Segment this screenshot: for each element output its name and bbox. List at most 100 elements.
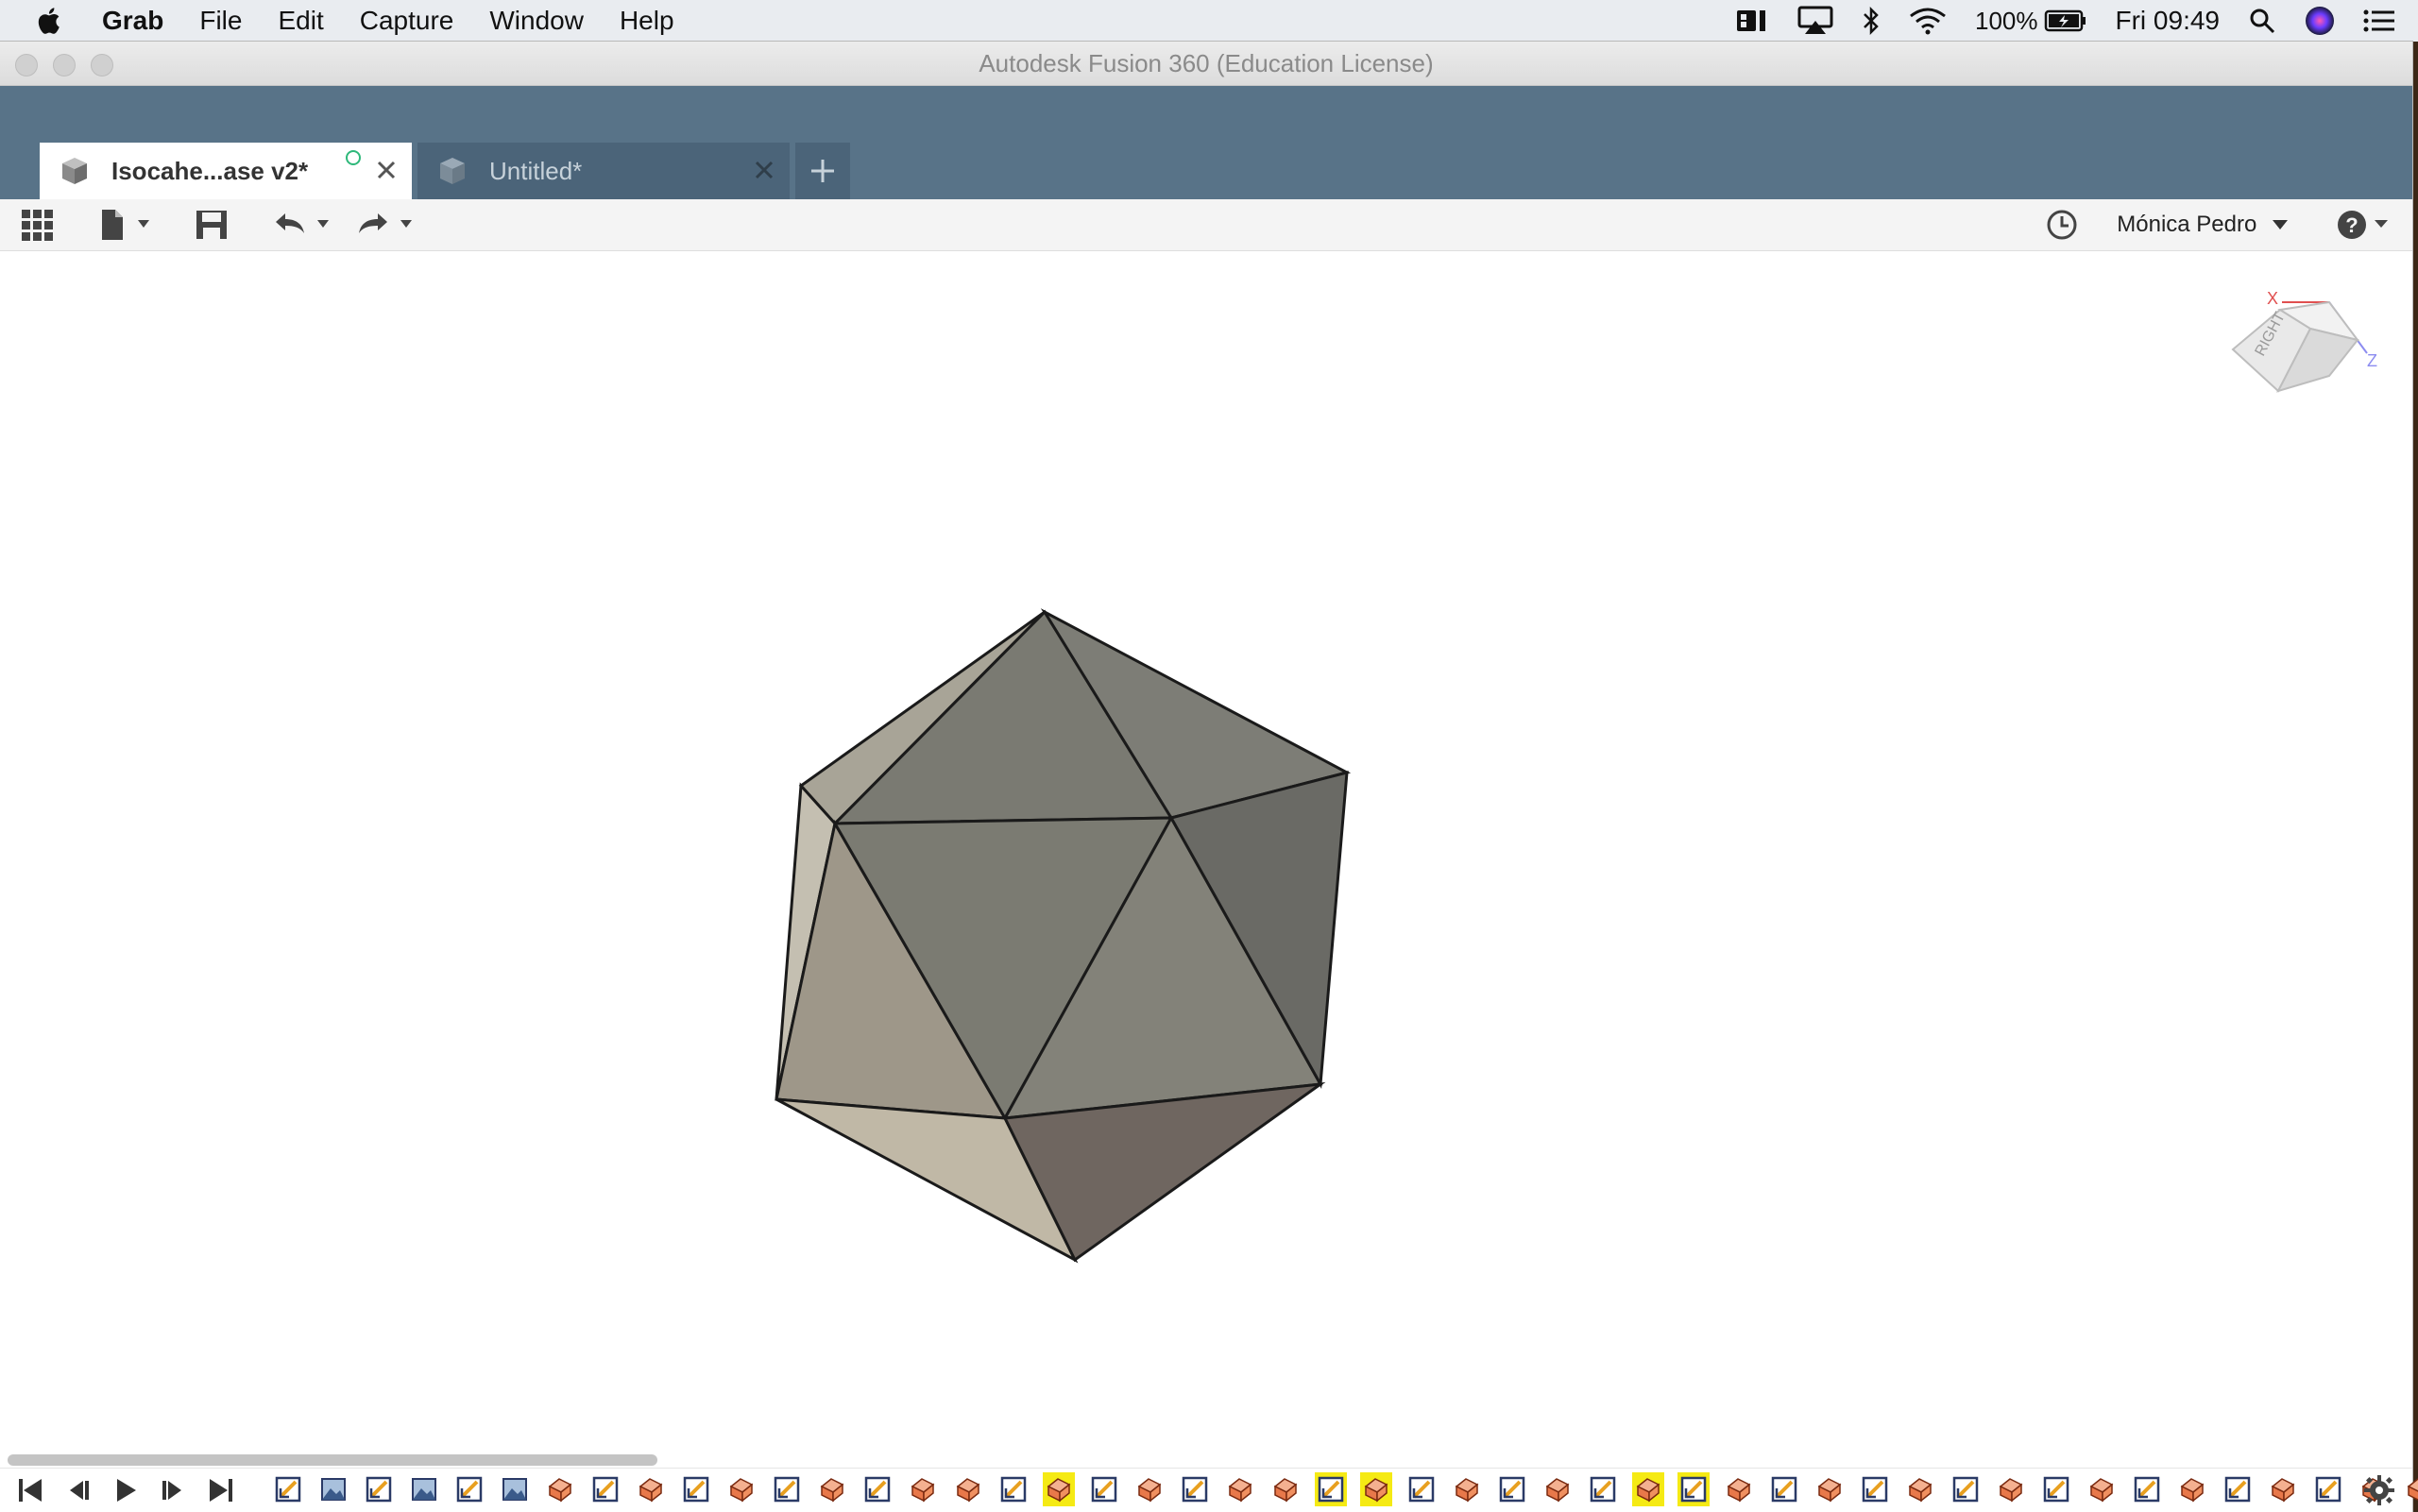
go-to-end-icon[interactable] xyxy=(204,1474,236,1506)
timeline-feature-sketch[interactable] xyxy=(1677,1472,1710,1506)
timeline-feature-sketch[interactable] xyxy=(1179,1472,1211,1506)
menubar-clock[interactable]: Fri 09:49 xyxy=(2116,6,2221,36)
timeline-feature-plane[interactable] xyxy=(317,1472,349,1506)
timeline-scrollbar[interactable] xyxy=(8,1454,657,1466)
timeline-feature-sketch[interactable] xyxy=(453,1472,485,1506)
menu-edit[interactable]: Edit xyxy=(278,6,323,36)
gear-icon[interactable] xyxy=(2363,1474,2395,1506)
user-account-menu[interactable]: Mónica Pedro xyxy=(2117,199,2290,250)
plane-icon xyxy=(412,1478,436,1501)
view-cube[interactable]: RIGHT X Z xyxy=(2225,287,2386,429)
menu-file[interactable]: File xyxy=(199,6,242,36)
timeline-feature-sketch[interactable] xyxy=(997,1472,1030,1506)
timeline-feature-extrude[interactable] xyxy=(1541,1472,1574,1506)
timeline-feature-extrude[interactable] xyxy=(1451,1472,1483,1506)
menu-help[interactable]: Help xyxy=(620,6,674,36)
window-title: Autodesk Fusion 360 (Education License) xyxy=(979,49,1434,77)
timeline-feature-sketch[interactable] xyxy=(2312,1472,2344,1506)
timeline-feature-sketch[interactable] xyxy=(861,1472,894,1506)
timeline-feature-sketch[interactable] xyxy=(1768,1472,1800,1506)
tab-isocahedron[interactable]: Isocahe...ase v2* xyxy=(40,143,412,199)
step-forward-icon[interactable] xyxy=(157,1474,189,1506)
timeline-feature-extrude[interactable] xyxy=(1360,1472,1392,1506)
close-icon[interactable] xyxy=(752,158,776,182)
extrude-icon xyxy=(548,1478,572,1503)
timeline-feature-plane[interactable] xyxy=(408,1472,440,1506)
window-titlebar[interactable]: Autodesk Fusion 360 (Education License) xyxy=(0,42,2412,86)
menu-window[interactable]: Window xyxy=(489,6,584,36)
timeline-feature-sketch[interactable] xyxy=(771,1472,803,1506)
tab-untitled[interactable]: Untitled* xyxy=(417,143,790,199)
timeline-feature-extrude[interactable] xyxy=(544,1472,576,1506)
timeline-feature-sketch[interactable] xyxy=(2131,1472,2163,1506)
apple-icon[interactable] xyxy=(34,5,66,37)
extrude-icon xyxy=(2180,1478,2205,1503)
go-to-start-icon[interactable] xyxy=(15,1474,47,1506)
timeline-feature-extrude[interactable] xyxy=(907,1472,939,1506)
axis-z-label: Z xyxy=(2367,351,2377,370)
timeline-feature-extrude[interactable] xyxy=(2267,1472,2299,1506)
timeline-feature-extrude[interactable] xyxy=(1814,1472,1846,1506)
sketch-icon xyxy=(1952,1476,1979,1503)
timeline-feature-sketch[interactable] xyxy=(2222,1472,2254,1506)
timeline-feature-sketch[interactable] xyxy=(1587,1472,1619,1506)
3d-viewport[interactable]: RIGHT X Z xyxy=(0,251,2412,1451)
timeline-feature-extrude[interactable] xyxy=(1224,1472,1256,1506)
timeline-feature-sketch[interactable] xyxy=(1315,1472,1347,1506)
menu-app-name[interactable]: Grab xyxy=(102,6,163,36)
job-status-button[interactable] xyxy=(2046,209,2078,241)
file-menu-button[interactable] xyxy=(100,209,157,241)
timeline-feature-extrude[interactable] xyxy=(2403,1472,2418,1506)
timeline-feature-extrude[interactable] xyxy=(725,1472,758,1506)
timeline-feature-sketch[interactable] xyxy=(1496,1472,1528,1506)
help-button[interactable]: ? xyxy=(2337,209,2399,241)
undo-icon xyxy=(276,213,329,233)
bluetooth-icon[interactable] xyxy=(1862,6,1881,36)
timeline-feature-extrude[interactable] xyxy=(2176,1472,2208,1506)
wifi-icon[interactable] xyxy=(1909,7,1947,35)
timeline-feature-sketch[interactable] xyxy=(2040,1472,2072,1506)
svg-text:?: ? xyxy=(2345,213,2358,237)
timeline-feature-sketch[interactable] xyxy=(1088,1472,1120,1506)
timeline-feature-extrude[interactable] xyxy=(2086,1472,2118,1506)
undo-button[interactable] xyxy=(272,209,338,241)
step-back-icon[interactable] xyxy=(62,1474,94,1506)
timeline-feature-sketch[interactable] xyxy=(363,1472,395,1506)
timeline-feature-extrude[interactable] xyxy=(635,1472,667,1506)
unsaved-indicator xyxy=(346,150,361,165)
timeline-feature-plane[interactable] xyxy=(499,1472,531,1506)
new-tab-button[interactable] xyxy=(795,143,850,199)
redo-button[interactable] xyxy=(355,209,421,241)
timeline-feature-extrude[interactable] xyxy=(1995,1472,2027,1506)
timeline-feature-extrude[interactable] xyxy=(952,1472,984,1506)
notification-center-icon[interactable] xyxy=(2363,8,2395,33)
timeline-feature-sketch[interactable] xyxy=(589,1472,622,1506)
timeline-feature-sketch[interactable] xyxy=(680,1472,712,1506)
menu-capture[interactable]: Capture xyxy=(360,6,454,36)
save-button[interactable] xyxy=(195,209,229,241)
timeline-feature-sketch[interactable] xyxy=(1950,1472,1982,1506)
extrude-icon xyxy=(1047,1478,1071,1503)
spotlight-search-icon[interactable] xyxy=(2248,7,2276,35)
close-icon[interactable] xyxy=(374,158,399,182)
bartender-icon[interactable] xyxy=(1735,7,1769,35)
data-panel-button[interactable] xyxy=(21,209,55,241)
icosahedron-model[interactable] xyxy=(0,251,2412,1451)
timeline-feature-extrude[interactable] xyxy=(1904,1472,1936,1506)
timeline-feature-extrude[interactable] xyxy=(1632,1472,1664,1506)
tab-label: Untitled* xyxy=(489,156,583,185)
battery-icon[interactable] xyxy=(2044,8,2087,33)
timeline-feature-sketch[interactable] xyxy=(1859,1472,1891,1506)
timeline-feature-extrude[interactable] xyxy=(1723,1472,1755,1506)
airplay-icon[interactable] xyxy=(1797,6,1833,36)
timeline-feature-extrude[interactable] xyxy=(1043,1472,1075,1506)
play-icon[interactable] xyxy=(110,1474,142,1506)
status-area: 100% Fri 09:49 xyxy=(1707,0,2418,42)
timeline-feature-extrude[interactable] xyxy=(1133,1472,1166,1506)
timeline-feature-extrude[interactable] xyxy=(816,1472,848,1506)
siri-icon[interactable] xyxy=(2305,6,2335,36)
timeline-feature-extrude[interactable] xyxy=(1269,1472,1302,1506)
timeline-feature-sketch[interactable] xyxy=(1405,1472,1438,1506)
timeline-feature-sketch[interactable] xyxy=(272,1472,304,1506)
sketch-icon xyxy=(1182,1476,1208,1503)
